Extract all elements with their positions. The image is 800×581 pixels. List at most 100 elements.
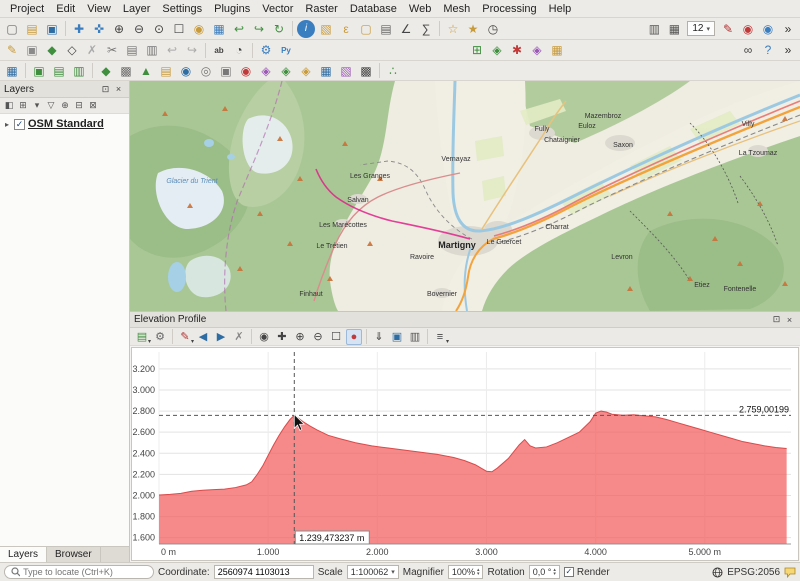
export-profile-icon[interactable]: ⇓ [371, 329, 387, 345]
data-source-manager-icon[interactable]: ▦ [3, 62, 21, 80]
add-mssql-layer-icon[interactable]: ▣ [217, 62, 235, 80]
plugin-purple-icon[interactable]: ◈ [528, 41, 546, 59]
layer-labeling-icon[interactable]: ab [210, 41, 228, 59]
menu-item-view[interactable]: View [81, 2, 117, 16]
measure-line-icon[interactable]: ∠ [397, 20, 415, 38]
menu-item-raster[interactable]: Raster [299, 2, 343, 16]
menu-item-settings[interactable]: Settings [156, 2, 208, 16]
add-spatialite-layer-icon[interactable]: ◎ [197, 62, 215, 80]
layer-name[interactable]: OSM Standard [28, 118, 104, 130]
delete-selected-icon[interactable]: ✗ [83, 41, 101, 59]
copy-features-icon[interactable]: ▤ [123, 41, 141, 59]
add-layers-icon[interactable]: ▤▾ [134, 329, 150, 345]
layer-diagram-icon[interactable]: ◔ [230, 41, 248, 59]
zoom-full-profile-icon[interactable]: ☐ [328, 329, 344, 345]
add-vector-layer-icon[interactable]: ◆ [97, 62, 115, 80]
clear-curve-icon[interactable]: ✗ [231, 329, 247, 345]
spinner-arrows-icon[interactable]: ▴▾ [477, 568, 480, 576]
toolbar-overflow-icon[interactable]: » [779, 20, 797, 38]
cut-features-icon[interactable]: ✂ [103, 41, 121, 59]
collapse-all-icon[interactable]: ⊟ [72, 99, 86, 113]
help-contents-icon[interactable]: ? [759, 41, 777, 59]
select-by-expression-icon[interactable]: ε [337, 20, 355, 38]
menu-item-mesh[interactable]: Mesh [437, 2, 476, 16]
open-project-icon[interactable]: ▤ [23, 20, 41, 38]
new-shapefile-layer-icon[interactable]: ▤ [50, 62, 68, 80]
capture-curve-icon[interactable]: ✎▾ [177, 329, 193, 345]
add-arcgis-layer-icon[interactable]: ▦ [317, 62, 335, 80]
menu-item-vector[interactable]: Vector [256, 2, 299, 16]
menu-item-layer[interactable]: Layer [117, 2, 157, 16]
annotation-size-combo[interactable]: 12▾ [687, 21, 715, 36]
select-features-icon[interactable]: ▧ [317, 20, 335, 38]
coordinate-input[interactable] [218, 567, 310, 577]
save-as-image-icon[interactable]: ▣ [389, 329, 405, 345]
menu-item-project[interactable]: Project [4, 2, 50, 16]
new-geopackage-layer-icon[interactable]: ▣ [30, 62, 48, 80]
undo-icon[interactable]: ↩ [163, 41, 181, 59]
add-xyz-layer-icon[interactable]: ▩ [357, 62, 375, 80]
pan-profile-icon[interactable]: ✚ [274, 329, 290, 345]
elevation-chart[interactable]: 1.6001.8002.0002.2002.4002.6002.8003.000… [131, 347, 799, 561]
redo-icon[interactable]: ↪ [183, 41, 201, 59]
add-wms-layer-icon[interactable]: ◈ [257, 62, 275, 80]
identify-point-icon[interactable]: ◉ [256, 329, 272, 345]
nudge-left-icon[interactable]: ◀ [195, 329, 211, 345]
layer-item-osm-standard[interactable]: ▸ ✓ OSM Standard [0, 117, 129, 131]
rotation-spinner[interactable]: 0,0 ° ▴▾ [529, 565, 560, 579]
menu-item-web[interactable]: Web [403, 2, 437, 16]
dock-tab-layers[interactable]: Layers [0, 547, 47, 562]
dock-icon[interactable]: ⊡ [770, 313, 783, 326]
messages-icon[interactable] [784, 567, 796, 578]
zoom-last-icon[interactable]: ↩ [230, 20, 248, 38]
plugin-red-icon[interactable]: ✱ [508, 41, 526, 59]
new-print-layout-icon[interactable]: ▥ [645, 20, 663, 38]
grass-tools-icon[interactable]: ◈ [488, 41, 506, 59]
menu-item-help[interactable]: Help [543, 2, 578, 16]
statistical-summary-icon[interactable]: ∑ [417, 20, 435, 38]
manage-map-themes-icon[interactable]: ▾ [30, 99, 44, 113]
plugin-orange-icon[interactable]: ▦ [548, 41, 566, 59]
profile-options-icon[interactable]: ⚙ [152, 329, 168, 345]
add-wcs-layer-icon[interactable]: ◈ [277, 62, 295, 80]
zoom-out-profile-icon[interactable]: ⊖ [310, 329, 326, 345]
new-project-icon[interactable]: ▢ [3, 20, 21, 38]
add-delimited-text-layer-icon[interactable]: ▤ [157, 62, 175, 80]
temporal-controller-icon[interactable]: ◷ [484, 20, 502, 38]
identify-features-icon[interactable]: i [297, 20, 315, 38]
processing-toolbox-icon[interactable]: ⚙ [257, 41, 275, 59]
locate-input[interactable] [23, 567, 147, 577]
render-checkbox[interactable]: ✓ [564, 567, 574, 577]
zoom-in-profile-icon[interactable]: ⊕ [292, 329, 308, 345]
print-profile-icon[interactable]: ▥ [407, 329, 423, 345]
osm-map[interactable]: MartignyLe GuercetCharratSaxonFullyMazem… [130, 81, 800, 311]
map-canvas[interactable]: MartignyLe GuercetCharratSaxonFullyMazem… [130, 81, 800, 311]
add-group-icon[interactable]: ⊞ [16, 99, 30, 113]
zoom-native-icon[interactable]: ⊙ [150, 20, 168, 38]
add-point-cloud-layer-icon[interactable]: ∴ [384, 62, 402, 80]
chevron-down-icon[interactable]: ▾ [391, 568, 395, 576]
menu-item-edit[interactable]: Edit [50, 2, 81, 16]
zoom-out-icon[interactable]: ⊖ [130, 20, 148, 38]
render-checkbox-group[interactable]: ✓ Render [564, 567, 610, 578]
save-project-icon[interactable]: ▣ [43, 20, 61, 38]
close-icon[interactable]: × [783, 313, 796, 326]
expand-caret-icon[interactable]: ▸ [3, 120, 11, 129]
paste-features-icon[interactable]: ▥ [143, 41, 161, 59]
style-manager-icon[interactable]: ✎ [719, 20, 737, 38]
new-spatial-bookmark-icon[interactable]: ☆ [444, 20, 462, 38]
filter-legend-icon[interactable]: ▽ [44, 99, 58, 113]
add-oracle-layer-icon[interactable]: ◉ [237, 62, 255, 80]
remove-layer-icon[interactable]: ⊠ [86, 99, 100, 113]
dock-icon[interactable]: ⊡ [99, 83, 112, 96]
crs-indicator[interactable]: EPSG:2056 [727, 567, 780, 578]
menu-item-plugins[interactable]: Plugins [208, 2, 256, 16]
layer-visibility-checkbox[interactable]: ✓ [14, 119, 25, 130]
spinner-arrows-icon[interactable]: ▴▾ [553, 568, 556, 576]
zoom-to-layer-icon[interactable]: ▦ [210, 20, 228, 38]
measure-distance-icon[interactable]: ● [346, 329, 362, 345]
refresh-map-icon[interactable]: ↻ [270, 20, 288, 38]
coordinate-capture-icon[interactable]: ◉ [759, 20, 777, 38]
dock-tab-browser[interactable]: Browser [47, 547, 101, 562]
python-console-icon[interactable]: Py [277, 41, 295, 59]
